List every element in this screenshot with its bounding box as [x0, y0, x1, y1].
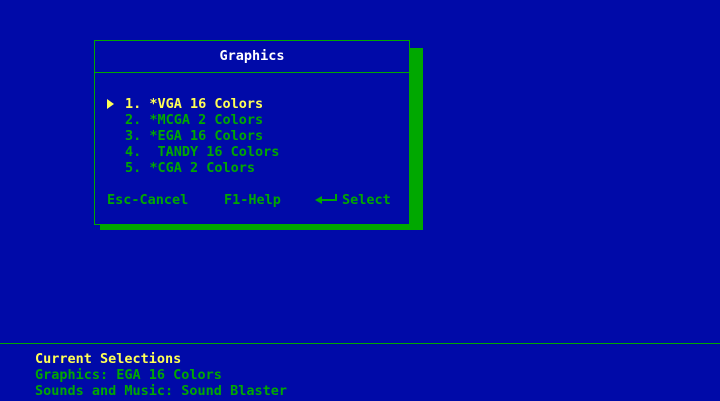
- option-label: 3. *EGA 16 Colors: [125, 128, 264, 144]
- option-ega-16[interactable]: 3. *EGA 16 Colors: [107, 128, 307, 144]
- enter-key-icon: [315, 194, 337, 204]
- option-vga-16[interactable]: 1. *VGA 16 Colors: [107, 96, 307, 112]
- select-key-hint[interactable]: Select: [342, 192, 391, 208]
- option-label: 4. TANDY 16 Colors: [125, 144, 280, 160]
- graphics-selection: Graphics: EGA 16 Colors: [35, 367, 222, 383]
- option-label: 1. *VGA 16 Colors: [125, 96, 264, 112]
- graphics-dialog: Graphics 1. *VGA 16 Colors 2. *MCGA 2 Co…: [94, 40, 410, 225]
- help-key-hint[interactable]: F1-Help: [224, 192, 281, 208]
- selection-pointer-icon: [107, 99, 114, 109]
- option-mcga-2[interactable]: 2. *MCGA 2 Colors: [107, 112, 307, 128]
- option-label: 5. *CGA 2 Colors: [125, 160, 256, 176]
- option-label: 2. *MCGA 2 Colors: [125, 112, 264, 128]
- current-selections-heading: Current Selections: [35, 351, 182, 367]
- current-selections-panel: Current Selections Graphics: EGA 16 Colo…: [0, 343, 720, 401]
- cancel-key-hint[interactable]: Esc-Cancel: [107, 192, 188, 208]
- dialog-title: Graphics: [95, 41, 409, 73]
- sound-selection: Sounds and Music: Sound Blaster: [35, 383, 287, 399]
- option-cga-2[interactable]: 5. *CGA 2 Colors: [107, 160, 307, 176]
- option-tandy-16[interactable]: 4. TANDY 16 Colors: [107, 144, 307, 160]
